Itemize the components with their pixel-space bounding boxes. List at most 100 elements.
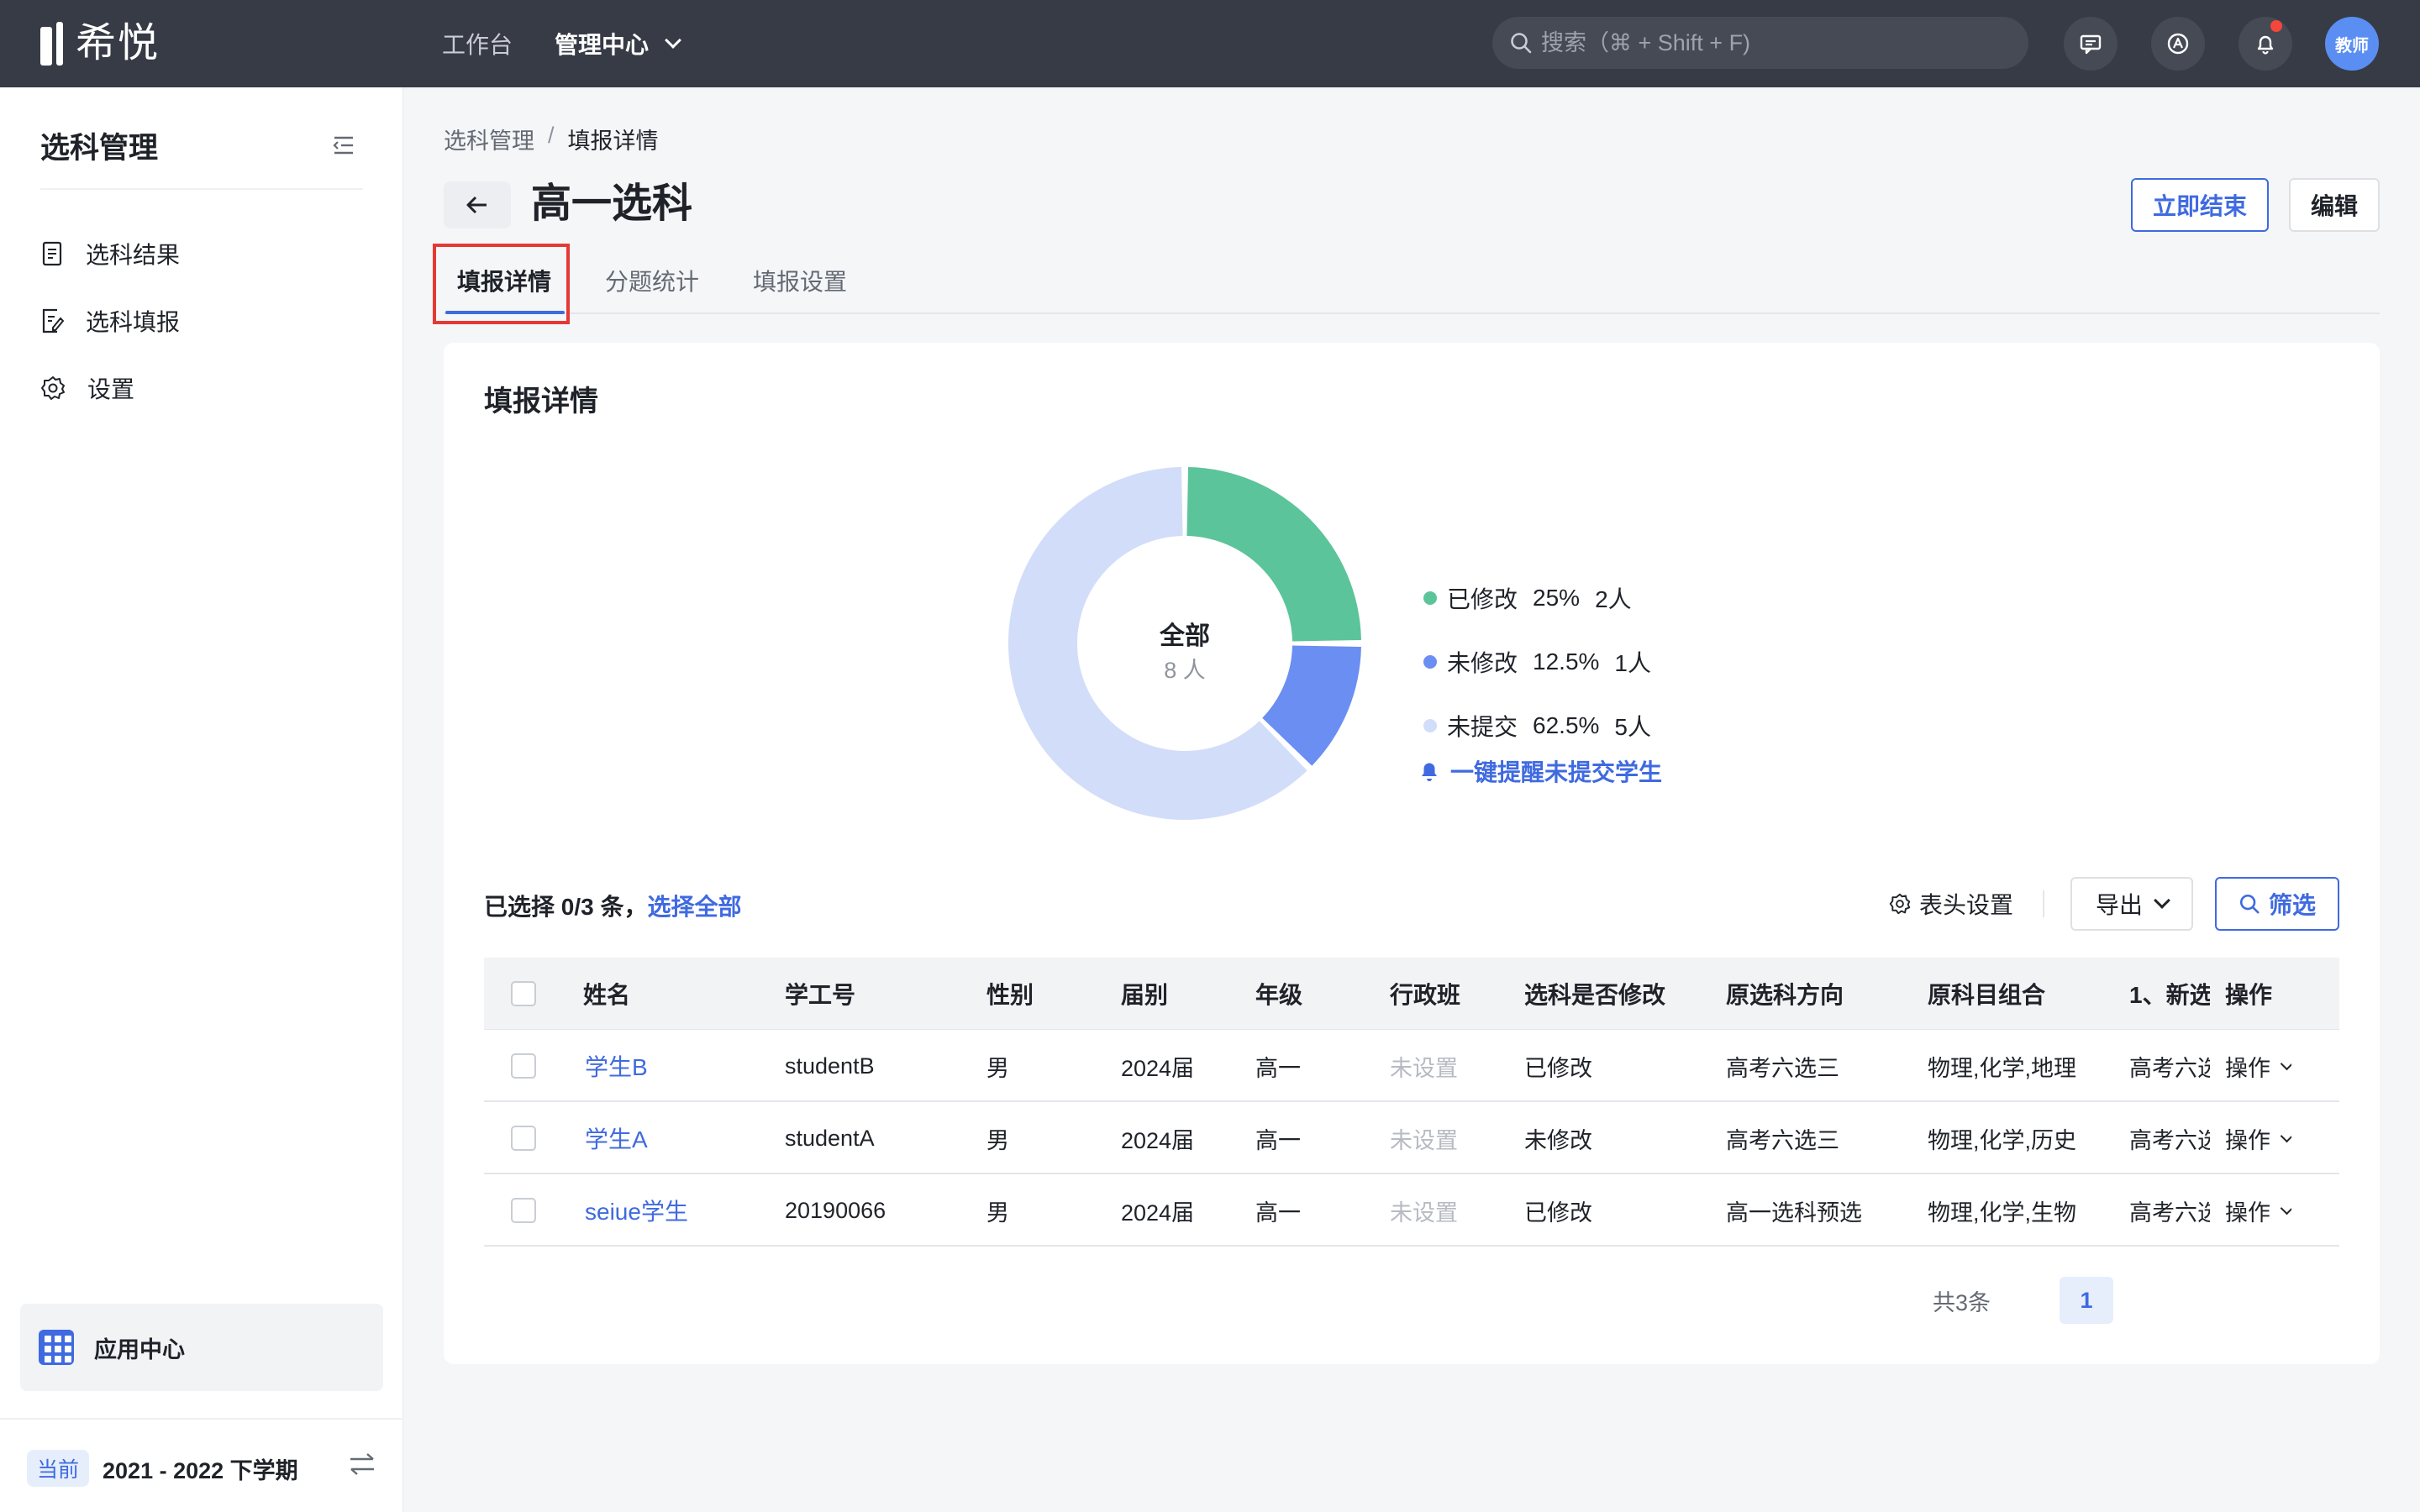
edit-button[interactable]: 编辑 <box>2289 178 2380 232</box>
chevron-down-icon <box>2280 1057 2291 1070</box>
nav-admin-center[interactable]: 管理中心 <box>555 27 649 60</box>
student-grade: 高一 <box>1255 1055 1301 1081</box>
remind-unsubmitted-link[interactable]: 一键提醒未提交学生 <box>1418 754 1662 788</box>
sidebar-item-filling[interactable]: 选科填报 <box>40 301 180 341</box>
export-label: 导出 <box>2095 892 2143 918</box>
column-header[interactable]: 1、新选 <box>2129 958 2210 1030</box>
modified-status: 已修改 <box>1524 1200 1592 1226</box>
legend-dot <box>1423 591 1437 605</box>
column-header[interactable]: 性别 <box>986 958 1034 1030</box>
page-title: 高一选科 <box>531 181 693 226</box>
search-icon <box>1511 33 1532 54</box>
table-row[interactable]: 学生A studentA 男 2024届 高一 未设置 未修改 高考六选三 物理… <box>484 1102 2339 1174</box>
filter-button[interactable]: 筛选 <box>2215 877 2339 931</box>
table-row[interactable]: seiue学生 20190066 男 2024届 高一 未设置 已修改 高一选科… <box>484 1174 2339 1247</box>
export-button[interactable]: 导出 <box>2070 877 2193 931</box>
student-name-link[interactable]: seiue学生 <box>585 1174 688 1247</box>
document-icon <box>42 241 62 266</box>
student-class: 未设置 <box>1390 1055 1458 1081</box>
column-header[interactable]: 原科目组合 <box>1928 958 2045 1030</box>
end-now-button[interactable]: 立即结束 <box>2131 178 2269 232</box>
row-checkbox[interactable] <box>511 1053 536 1079</box>
column-header: 操作 <box>2225 982 2273 1008</box>
breadcrumb-item-current: 填报详情 <box>567 129 659 154</box>
student-grade: 高一 <box>1255 1200 1301 1226</box>
annotation-highlight-box <box>433 244 570 324</box>
student-gender: 男 <box>986 1127 1009 1153</box>
logo-text: 希悦 <box>76 21 160 66</box>
avatar[interactable]: 教师 <box>2325 17 2379 71</box>
back-button[interactable] <box>444 181 511 228</box>
tab-question-stats[interactable]: 分题统计 <box>605 264 699 297</box>
row-checkbox[interactable] <box>511 1126 536 1151</box>
remind-label: 一键提醒未提交学生 <box>1450 759 1663 785</box>
student-id: studentA <box>785 1125 875 1151</box>
global-search[interactable] <box>1492 17 2028 69</box>
search-input[interactable] <box>1541 29 2012 56</box>
sidebar: 选科管理 选科结果 选科填报 设置 应用中心 当前 2021 - 2022 下学… <box>0 87 403 1512</box>
sidebar-item-label: 设置 <box>87 376 135 402</box>
nav-workbench[interactable]: 工作台 <box>442 27 513 60</box>
row-checkbox[interactable] <box>511 1198 536 1223</box>
breadcrumb-item-subject-management[interactable]: 选科管理 <box>444 123 534 155</box>
column-header[interactable]: 原选科方向 <box>1726 958 1844 1030</box>
row-actions-label: 操作 <box>2225 1055 2270 1081</box>
sidebar-item-results[interactable]: 选科结果 <box>40 234 180 274</box>
new-choice: 高考六选 <box>2129 1055 2210 1081</box>
legend-dot <box>1423 655 1437 669</box>
legend-label: 未提交 <box>1447 714 1518 740</box>
current-term-value: 2021 - 2022 下学期 <box>103 1457 298 1483</box>
legend-percent: 12.5% <box>1533 648 1600 675</box>
donut-center-value: 8 人 <box>1164 658 1206 683</box>
total-count: 共3条 <box>1933 1289 1991 1315</box>
student-class: 未设置 <box>1390 1200 1458 1226</box>
student-grade: 高一 <box>1255 1127 1301 1153</box>
legend-item-not-submitted[interactable]: 未提交 62.5% 5人 <box>1423 694 1651 758</box>
student-id: 20190066 <box>785 1197 886 1223</box>
page-number-button[interactable]: 1 <box>2060 1277 2114 1324</box>
legend-label: 已修改 <box>1447 586 1518 612</box>
collapse-sidebar-icon[interactable] <box>331 134 356 156</box>
legend-item-modified[interactable]: 已修改 25% 2人 <box>1423 566 1651 630</box>
notification-button[interactable] <box>2238 17 2292 71</box>
select-all-link[interactable]: 选择全部 <box>647 894 741 920</box>
student-id: studentB <box>785 1053 875 1079</box>
gear-icon <box>1889 893 1911 915</box>
search-icon <box>2239 894 2260 914</box>
legend-count: 5人 <box>1614 714 1651 740</box>
tab-fill-settings[interactable]: 填报设置 <box>753 264 847 297</box>
column-header[interactable]: 行政班 <box>1390 958 1460 1030</box>
row-actions-dropdown[interactable]: 操作 <box>2225 1102 2291 1174</box>
chevron-down-icon[interactable] <box>665 32 681 49</box>
table-row[interactable]: 学生B studentB 男 2024届 高一 未设置 已修改 高考六选三 物理… <box>484 1030 2339 1102</box>
original-combination: 物理,化学,历史 <box>1928 1127 2077 1153</box>
header-settings-button[interactable]: 表头设置 <box>1889 877 2013 931</box>
message-button[interactable] <box>2064 17 2118 71</box>
card-title: 填报详情 <box>484 386 598 417</box>
column-header[interactable]: 姓名 <box>583 958 630 1030</box>
column-header[interactable]: 选科是否修改 <box>1524 958 1665 1030</box>
student-name-link[interactable]: 学生A <box>585 1102 648 1174</box>
app-switch-icon <box>2167 33 2189 55</box>
logo[interactable]: 希悦 <box>40 20 160 67</box>
select-all-checkbox[interactable] <box>511 981 536 1006</box>
app-center-button[interactable]: 应用中心 <box>20 1304 383 1391</box>
sidebar-item-label: 选科填报 <box>86 309 181 335</box>
current-term: 当前 2021 - 2022 下学期 <box>27 1448 298 1488</box>
sidebar-item-settings[interactable]: 设置 <box>40 368 134 408</box>
student-cohort: 2024届 <box>1121 1055 1195 1081</box>
header-settings-label: 表头设置 <box>1919 892 2014 918</box>
column-header[interactable]: 届别 <box>1121 958 1168 1030</box>
chart-legend: 已修改 25% 2人 未修改 12.5% 1人 未提交 62.5% 5人 <box>1423 566 1651 758</box>
chevron-down-icon <box>2280 1201 2291 1215</box>
student-class: 未设置 <box>1390 1127 1458 1153</box>
column-header[interactable]: 学工号 <box>785 958 855 1030</box>
legend-item-unmodified[interactable]: 未修改 12.5% 1人 <box>1423 630 1651 694</box>
app-switch-button[interactable] <box>2151 17 2205 71</box>
header-checkbox-cell <box>511 958 536 1030</box>
student-name-link[interactable]: 学生B <box>585 1030 648 1102</box>
column-header[interactable]: 年级 <box>1255 958 1302 1030</box>
switch-term-icon[interactable] <box>348 1452 376 1477</box>
row-actions-dropdown[interactable]: 操作 <box>2225 1174 2291 1247</box>
row-actions-dropdown[interactable]: 操作 <box>2225 1030 2291 1102</box>
